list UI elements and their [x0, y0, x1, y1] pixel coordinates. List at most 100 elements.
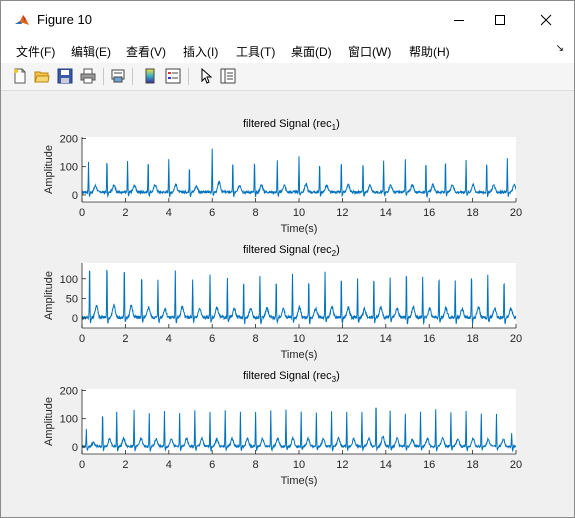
- chart-title-text: filtered Signal (rec: [243, 244, 332, 256]
- x-tick-label: 10: [293, 459, 305, 471]
- x-tick-label: 20: [510, 459, 522, 471]
- chart-title: filtered Signal (rec1): [243, 118, 340, 132]
- legend-button[interactable]: [164, 67, 182, 85]
- colorbar-icon: [145, 68, 155, 84]
- new-figure-icon: [14, 68, 26, 84]
- x-tick-label: 6: [209, 333, 215, 345]
- subplot-3[interactable]: 0 2 4 6 8 10 12 14 16 18 200100200filtered Signal …: [43, 370, 522, 487]
- subplot-1[interactable]: 0 2 4 6 8 10 12 14 16 18 200100200filtered Signal …: [43, 118, 522, 235]
- figure-window: Figure 10 文件(F) 编辑(E) 查看(V) 插入(I) 工具(T) …: [0, 0, 575, 518]
- y-tick-label: 100: [60, 274, 78, 286]
- menu-edit[interactable]: 编辑(E): [71, 43, 111, 60]
- y-axis-label: Amplitude: [43, 271, 55, 320]
- x-tick-label: 8: [253, 459, 259, 471]
- menu-view[interactable]: 查看(V): [126, 43, 166, 60]
- x-axis-label: Time(s): [281, 475, 318, 487]
- y-axis-label: Amplitude: [43, 145, 55, 194]
- subplot-2[interactable]: 0 2 4 6 8 10 12 14 16 18 20 0 50 100 filtered Signal (…: [43, 244, 522, 361]
- x-tick-label: 16: [423, 207, 435, 219]
- x-tick-label: 20: [510, 333, 522, 345]
- x-tick-label: 14: [380, 459, 392, 471]
- toolbar-separator: [188, 68, 189, 85]
- x-axis-label: Time(s): [281, 223, 318, 235]
- x-tick-label: 12: [336, 333, 348, 345]
- x-tick-label: 0: [79, 333, 85, 345]
- x-tick-label: 2: [122, 333, 128, 345]
- x-tick-label: 6: [209, 459, 215, 471]
- x-tick-label: 12: [336, 459, 348, 471]
- chart-title: filtered Signal (rec3): [243, 370, 340, 384]
- print-icon: [80, 68, 96, 84]
- colorbar-button[interactable]: [141, 67, 159, 85]
- save-icon: [57, 68, 73, 84]
- x-tick-label: 6: [209, 207, 215, 219]
- y-tick-label: 0: [72, 442, 78, 454]
- x-axis-label: Time(s): [281, 349, 318, 361]
- x-tick-label: 16: [423, 333, 435, 345]
- property-inspector-icon: [220, 68, 236, 84]
- x-tick-label: 14: [380, 207, 392, 219]
- x-tick-label: 16: [423, 459, 435, 471]
- y-tick-label: 50: [66, 293, 78, 305]
- menu-bar: 文件(F) 编辑(E) 查看(V) 插入(I) 工具(T) 桌面(D) 窗口(W…: [1, 39, 574, 63]
- plots-svg: 0 2 4 6 8 10 12 14 16 18 200100200filtered Signal …: [43, 118, 522, 487]
- open-file-icon: [34, 71, 50, 83]
- y-tick-label: 200: [60, 133, 78, 145]
- x-tick-label: 4: [166, 333, 172, 345]
- menu-help[interactable]: 帮助(H): [409, 43, 450, 60]
- menu-file[interactable]: 文件(F): [16, 43, 55, 60]
- pointer-icon: [201, 68, 213, 84]
- menu-desktop[interactable]: 桌面(D): [291, 43, 332, 60]
- y-tick-label: 100: [60, 162, 78, 174]
- x-tick-label: 12: [336, 207, 348, 219]
- minimize-button[interactable]: [436, 1, 482, 39]
- x-tick-label: 0: [79, 207, 85, 219]
- y-tick-label: 200: [60, 385, 78, 397]
- matlab-app-icon: [14, 13, 30, 29]
- x-tick-label: 2: [122, 459, 128, 471]
- chart-title-text: filtered Signal (rec: [243, 118, 332, 130]
- menu-insert[interactable]: 插入(I): [183, 43, 218, 60]
- edit-plot-button[interactable]: [197, 67, 215, 85]
- chart-title-text: filtered Signal (rec: [243, 370, 332, 382]
- x-tick-label: 10: [293, 333, 305, 345]
- x-tick-label: 2: [122, 207, 128, 219]
- legend-icon: [165, 68, 181, 84]
- x-tick-label: 18: [466, 333, 478, 345]
- y-axis-label: Amplitude: [43, 397, 55, 446]
- x-tick-label: 0: [79, 459, 85, 471]
- title-bar[interactable]: Figure 10: [1, 1, 574, 39]
- chart-title-close: ): [336, 370, 340, 382]
- x-tick-label: 4: [166, 459, 172, 471]
- x-tick-label: 14: [380, 333, 392, 345]
- x-tick-label: 18: [466, 459, 478, 471]
- x-tick-label: 8: [253, 207, 259, 219]
- menu-tools[interactable]: 工具(T): [236, 43, 275, 60]
- new-figure-button[interactable]: [11, 67, 29, 85]
- menu-window[interactable]: 窗口(W): [348, 43, 391, 60]
- minimize-icon: [454, 20, 464, 21]
- x-tick-label: 10: [293, 207, 305, 219]
- y-tick-label: 100: [60, 414, 78, 426]
- save-button[interactable]: [56, 67, 74, 85]
- x-tick-label: 20: [510, 207, 522, 219]
- property-inspector-button[interactable]: [219, 67, 237, 85]
- menu-dock-arrow-icon[interactable]: ↘: [556, 43, 564, 54]
- close-button[interactable]: [523, 1, 569, 39]
- chart-title-close: ): [336, 118, 340, 130]
- maximize-icon: [495, 15, 505, 25]
- close-icon: [540, 14, 552, 26]
- maximize-button[interactable]: [477, 1, 523, 39]
- x-tick-label: 4: [166, 207, 172, 219]
- y-tick-label: 0: [72, 313, 78, 325]
- window-title: Figure 10: [37, 12, 92, 27]
- chart-title-close: ): [336, 244, 340, 256]
- x-tick-label: 8: [253, 333, 259, 345]
- y-tick-label: 0: [72, 190, 78, 202]
- link-plot-icon: [111, 69, 125, 83]
- x-tick-label: 18: [466, 207, 478, 219]
- open-file-button[interactable]: [33, 67, 51, 85]
- print-button[interactable]: [79, 67, 97, 85]
- figure-canvas[interactable]: 0 2 4 6 8 10 12 14 16 18 20 0 100 200 filtered Signal …: [9, 92, 567, 510]
- link-plot-button[interactable]: [109, 67, 127, 85]
